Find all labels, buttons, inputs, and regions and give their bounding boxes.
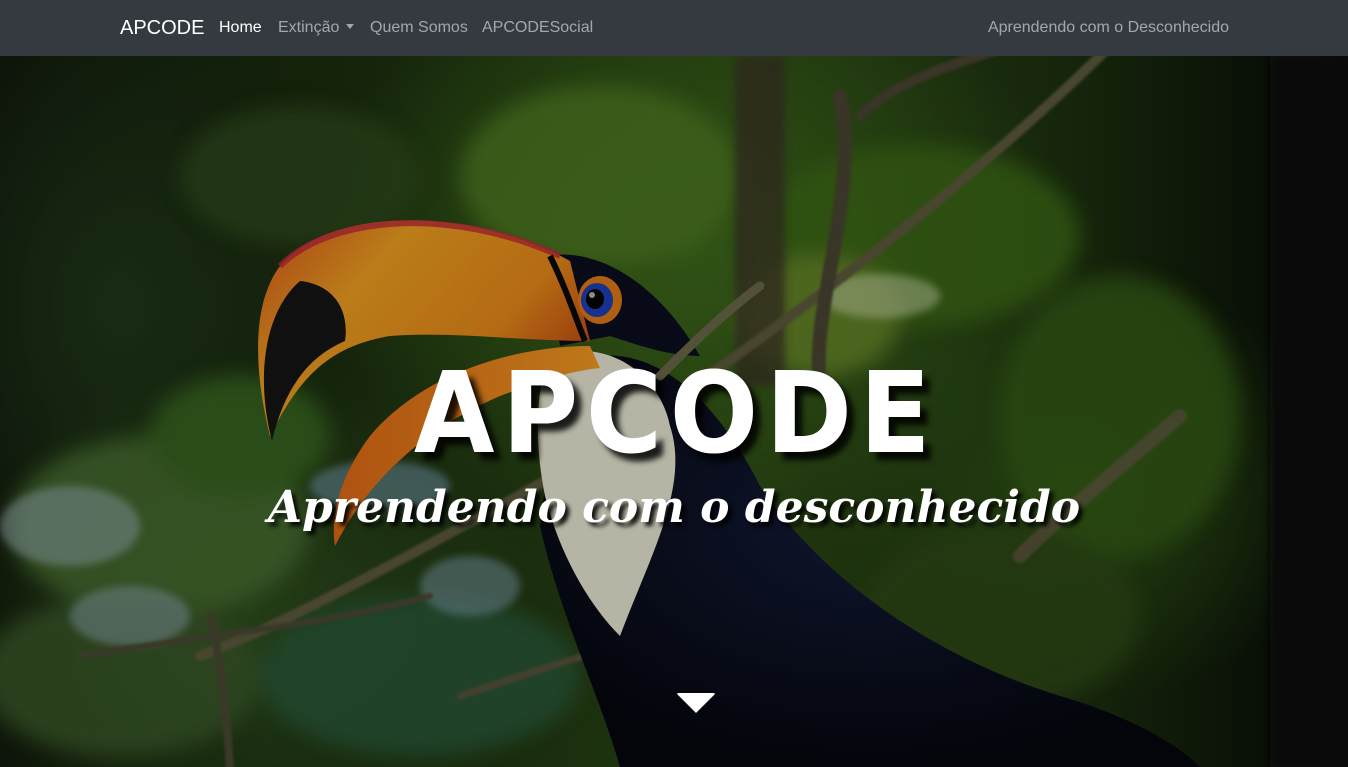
navbar: APCODE Home Extinção Quem Somos APCODESo…: [0, 0, 1348, 56]
hero-section: APCODE Aprendendo com o desconhecido: [0, 56, 1348, 767]
caret-down-icon: [346, 24, 355, 29]
hero-title: APCODE: [413, 349, 939, 479]
navbar-tagline: Aprendendo com o Desconhecido: [987, 19, 1229, 36]
hero-subtitle: Aprendendo com o desconhecido: [267, 482, 1081, 533]
brand-logo[interactable]: APCODE: [120, 16, 204, 40]
chevron-down-icon[interactable]: [676, 693, 716, 713]
nav-home[interactable]: Home: [219, 18, 262, 38]
nav-extincao-label: Extinção: [278, 19, 340, 36]
nav-quem-somos[interactable]: Quem Somos: [370, 18, 468, 38]
nav-extincao-dropdown[interactable]: Extinção: [278, 18, 355, 38]
nav-apcodesocial[interactable]: APCODESocial: [482, 18, 593, 38]
